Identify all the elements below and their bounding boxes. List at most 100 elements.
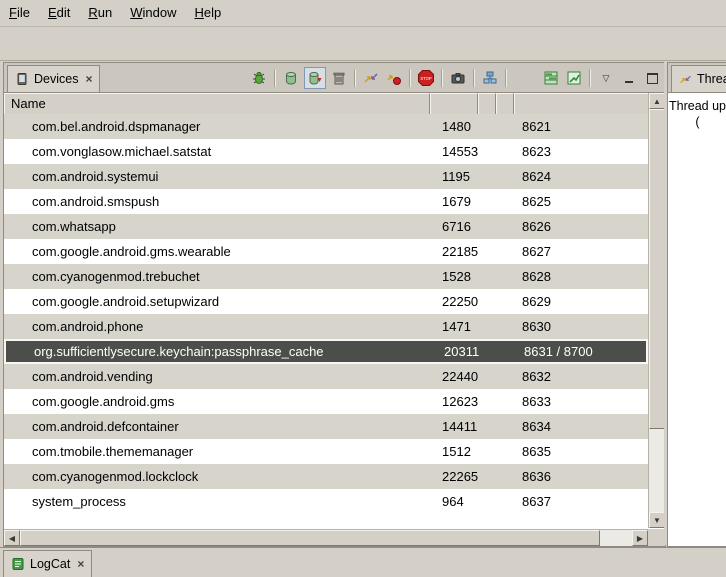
process-row[interactable]: com.google.android.gms 12623 8633 — [4, 389, 648, 414]
dump-hprof-icon[interactable] — [304, 67, 326, 89]
devices-toolbar: STOP — [249, 66, 662, 90]
view-menu-icon[interactable]: ▽ — [596, 68, 616, 88]
column-header-pid[interactable] — [430, 93, 478, 114]
process-row[interactable]: com.android.defcontainer 14411 8634 — [4, 414, 648, 439]
tab-devices-label: Devices — [34, 72, 78, 86]
cell-port: 8621 — [514, 119, 648, 134]
menu-edit[interactable]: Edit — [39, 0, 79, 26]
debug-process-icon[interactable] — [249, 68, 269, 88]
toolbar-separator — [473, 69, 475, 87]
cell-name: com.vonglasow.michael.satstat — [4, 144, 430, 159]
start-method-profiling-icon[interactable] — [384, 68, 404, 88]
cell-name: com.google.android.setupwizard — [4, 294, 430, 309]
stop-process-icon[interactable]: STOP — [416, 68, 436, 88]
cell-name: com.tmobile.thememanager — [4, 444, 430, 459]
cell-pid: 964 — [430, 494, 478, 509]
process-row[interactable]: com.tmobile.thememanager 1512 8635 — [4, 439, 648, 464]
cell-port: 8637 — [514, 494, 648, 509]
tab-logcat[interactable]: LogCat × — [3, 550, 92, 577]
menu-run[interactable]: Run — [79, 0, 121, 26]
cell-pid: 22250 — [430, 294, 478, 309]
cell-port: 8628 — [514, 269, 648, 284]
cell-port: 8627 — [514, 244, 648, 259]
main-toolbar-strip — [0, 27, 726, 61]
process-row[interactable]: com.whatsapp 6716 8626 — [4, 214, 648, 239]
threads-message-line2: ( — [668, 114, 726, 130]
scroll-left-icon[interactable]: ◀ — [4, 530, 20, 546]
logcat-bar: LogCat × — [0, 547, 726, 577]
tab-devices-close-icon[interactable]: × — [85, 72, 92, 86]
screen-capture-icon[interactable] — [448, 68, 468, 88]
threads-tabbar: Threads — [668, 63, 726, 93]
cell-name: com.google.android.gms.wearable — [4, 244, 430, 259]
cell-port: 8629 — [514, 294, 648, 309]
process-row[interactable]: com.android.phone 1471 8630 — [4, 314, 648, 339]
menu-file[interactable]: File — [0, 0, 39, 26]
process-table: Name com.bel.android.dspmanager 1480 862… — [4, 93, 665, 528]
horizontal-scroll-thumb[interactable] — [20, 530, 600, 546]
cell-name: com.android.systemui — [4, 169, 430, 184]
capture-systrace-icon[interactable] — [541, 68, 561, 88]
process-row[interactable]: com.google.android.gms.wearable 22185 86… — [4, 239, 648, 264]
cell-pid: 12623 — [430, 394, 478, 409]
process-row[interactable]: com.android.systemui 1195 8624 — [4, 164, 648, 189]
cell-pid: 1471 — [430, 319, 478, 334]
menubar: File Edit Run Window Help — [0, 0, 726, 27]
toolbar-separator — [441, 69, 443, 87]
process-row[interactable]: com.cyanogenmod.lockclock 22265 8636 — [4, 464, 648, 489]
dump-view-hierarchy-icon[interactable] — [480, 68, 500, 88]
start-opengl-trace-icon[interactable] — [564, 68, 584, 88]
tab-threads[interactable]: Threads — [671, 65, 726, 92]
process-row[interactable]: com.vonglasow.michael.satstat 14553 8623 — [4, 139, 648, 164]
cell-name: system_process — [4, 494, 430, 509]
scroll-up-icon[interactable]: ▲ — [649, 93, 665, 109]
ddms-window: File Edit Run Window Help Devices × — [0, 0, 726, 577]
column-header-port[interactable] — [514, 93, 648, 114]
cell-name: com.cyanogenmod.trebuchet — [4, 269, 430, 284]
vertical-scroll-thumb[interactable] — [649, 109, 665, 429]
process-row[interactable]: com.cyanogenmod.trebuchet 1528 8628 — [4, 264, 648, 289]
threads-panel: Threads Thread up ( — [667, 62, 726, 547]
vertical-scrollbar[interactable]: ▲ ▼ — [648, 93, 665, 528]
maximize-icon[interactable] — [642, 68, 662, 88]
toolbar-separator — [505, 69, 507, 87]
process-row[interactable]: org.sufficientlysecure.keychain:passphra… — [4, 339, 648, 364]
cell-pid: 1512 — [430, 444, 478, 459]
update-threads-icon[interactable] — [361, 68, 381, 88]
column-header-spacer2[interactable] — [496, 93, 514, 114]
tab-logcat-close-icon[interactable]: × — [77, 557, 84, 571]
cell-port: 8636 — [514, 469, 648, 484]
cell-pid: 22265 — [430, 469, 478, 484]
cause-gc-icon[interactable] — [329, 68, 349, 88]
cell-port: 8632 — [514, 369, 648, 384]
threads-icon — [679, 73, 692, 86]
cell-port: 8626 — [514, 219, 648, 234]
cell-name: com.bel.android.dspmanager — [4, 119, 430, 134]
menu-window[interactable]: Window — [121, 0, 185, 26]
scroll-right-icon[interactable]: ▶ — [632, 530, 648, 546]
column-header-spacer1[interactable] — [478, 93, 496, 114]
minimize-icon[interactable] — [619, 68, 639, 88]
update-heap-icon[interactable] — [281, 68, 301, 88]
scrollbar-corner — [648, 529, 665, 546]
column-header-name[interactable]: Name — [4, 93, 430, 114]
toolbar-separator — [589, 69, 591, 87]
cell-port: 8623 — [514, 144, 648, 159]
cell-port: 8624 — [514, 169, 648, 184]
menu-help[interactable]: Help — [185, 0, 230, 26]
devices-tabbar: Devices × — [4, 63, 665, 93]
cell-pid: 1195 — [430, 169, 478, 184]
horizontal-scrollbar[interactable]: ◀ ▶ — [4, 529, 648, 546]
tab-devices[interactable]: Devices × — [7, 65, 100, 92]
process-row[interactable]: com.android.vending 22440 8632 — [4, 364, 648, 389]
scroll-down-icon[interactable]: ▼ — [649, 512, 665, 528]
cell-pid: 22440 — [430, 369, 478, 384]
process-row[interactable]: com.bel.android.dspmanager 1480 8621 — [4, 114, 648, 139]
devices-panel: Devices × — [3, 62, 666, 547]
process-row[interactable]: system_process 964 8637 — [4, 489, 648, 514]
cell-port: 8631 / 8700 — [516, 344, 646, 359]
threads-message: Thread up ( — [668, 93, 726, 546]
svg-text:STOP: STOP — [420, 76, 432, 81]
process-row[interactable]: com.google.android.setupwizard 22250 862… — [4, 289, 648, 314]
process-row[interactable]: com.android.smspush 1679 8625 — [4, 189, 648, 214]
